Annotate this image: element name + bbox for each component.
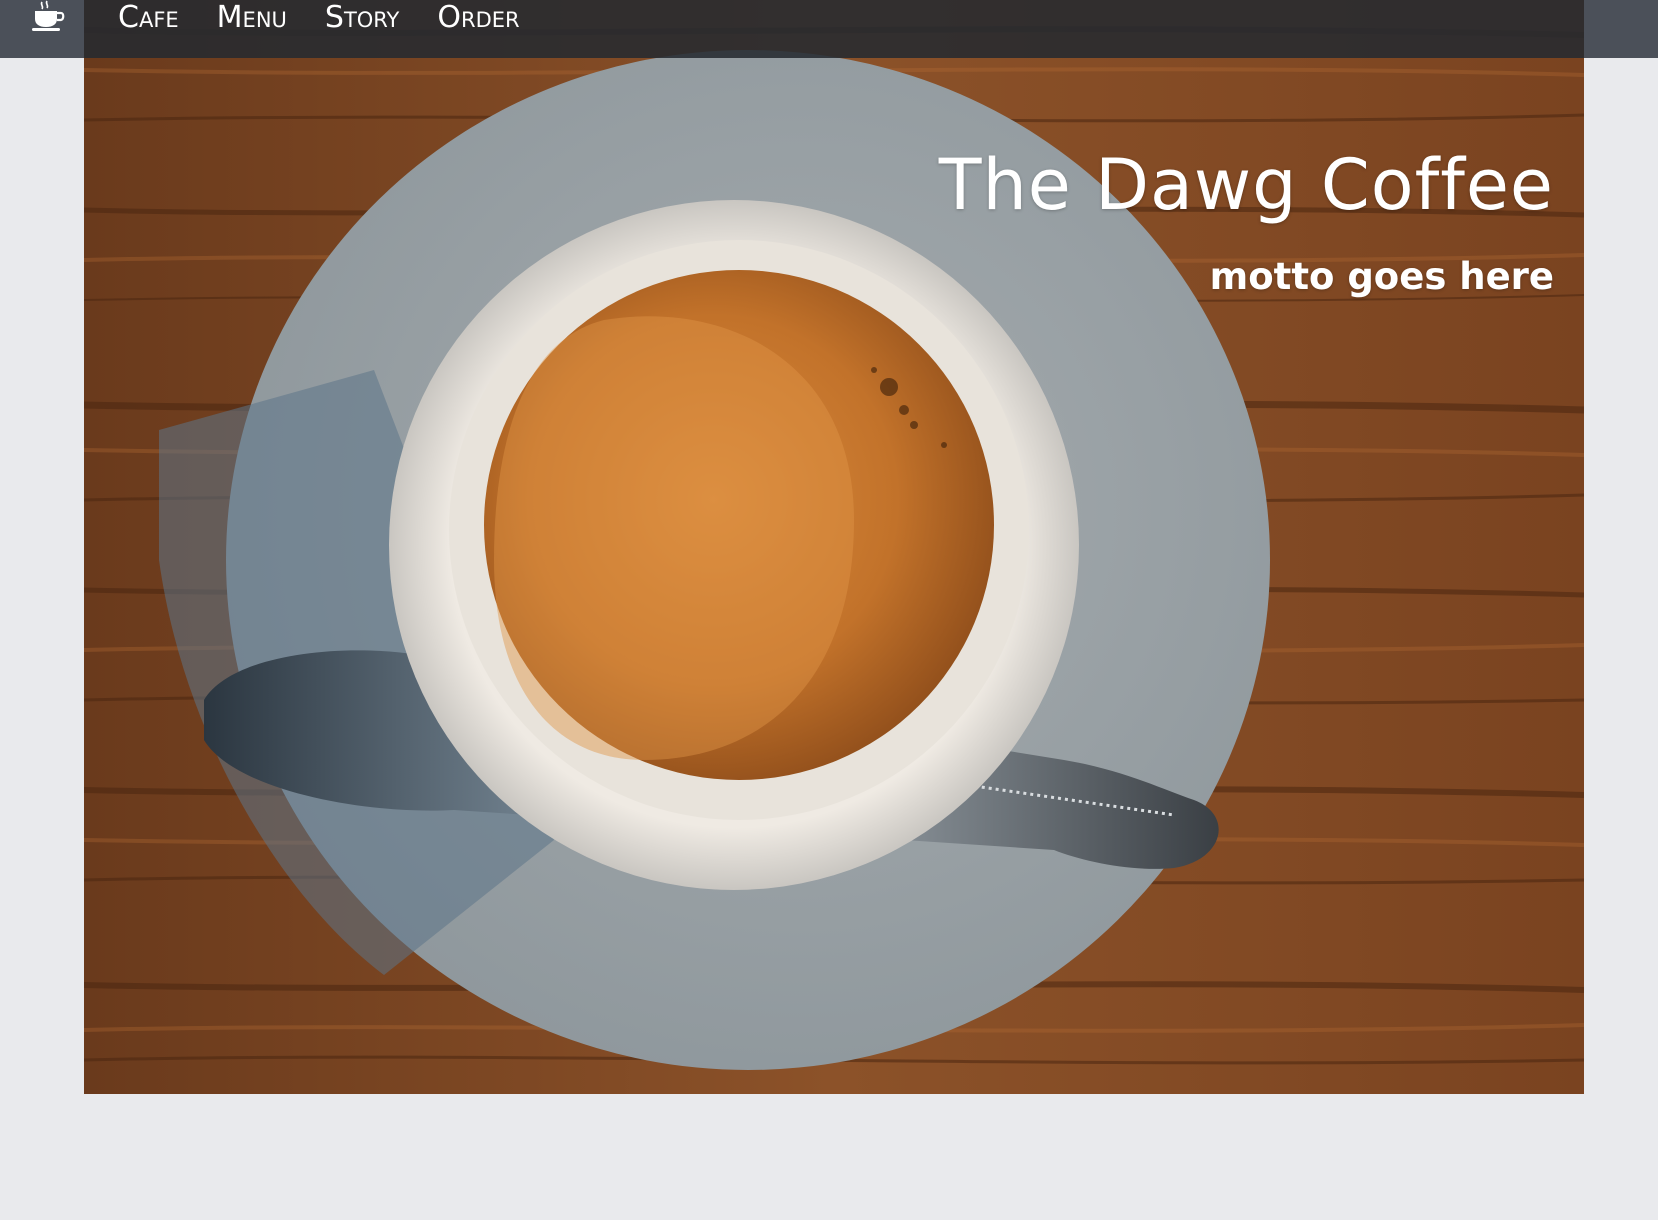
navbar-main: Cafe Menu Story Order	[84, 0, 1584, 58]
nav-link-menu[interactable]: Menu	[217, 3, 287, 33]
site-motto: motto goes here	[1209, 255, 1554, 298]
nav-link-story[interactable]: Story	[325, 3, 399, 33]
nav-link-cafe[interactable]: Cafe	[118, 3, 179, 33]
navbar-brand-area	[0, 0, 84, 58]
navbar-right-area	[1584, 0, 1658, 58]
hero-banner: The Dawg Coffee motto goes here	[84, 0, 1584, 1094]
nav-link-order[interactable]: Order	[437, 3, 519, 33]
coffee-cup-icon[interactable]	[28, 0, 66, 34]
site-title: The Dawg Coffee	[938, 144, 1554, 226]
page-root: The Dawg Coffee motto goes here Cafe Men…	[0, 0, 1658, 1220]
top-navbar: Cafe Menu Story Order	[0, 0, 1658, 58]
nav-links: Cafe Menu Story Order	[118, 0, 520, 36]
